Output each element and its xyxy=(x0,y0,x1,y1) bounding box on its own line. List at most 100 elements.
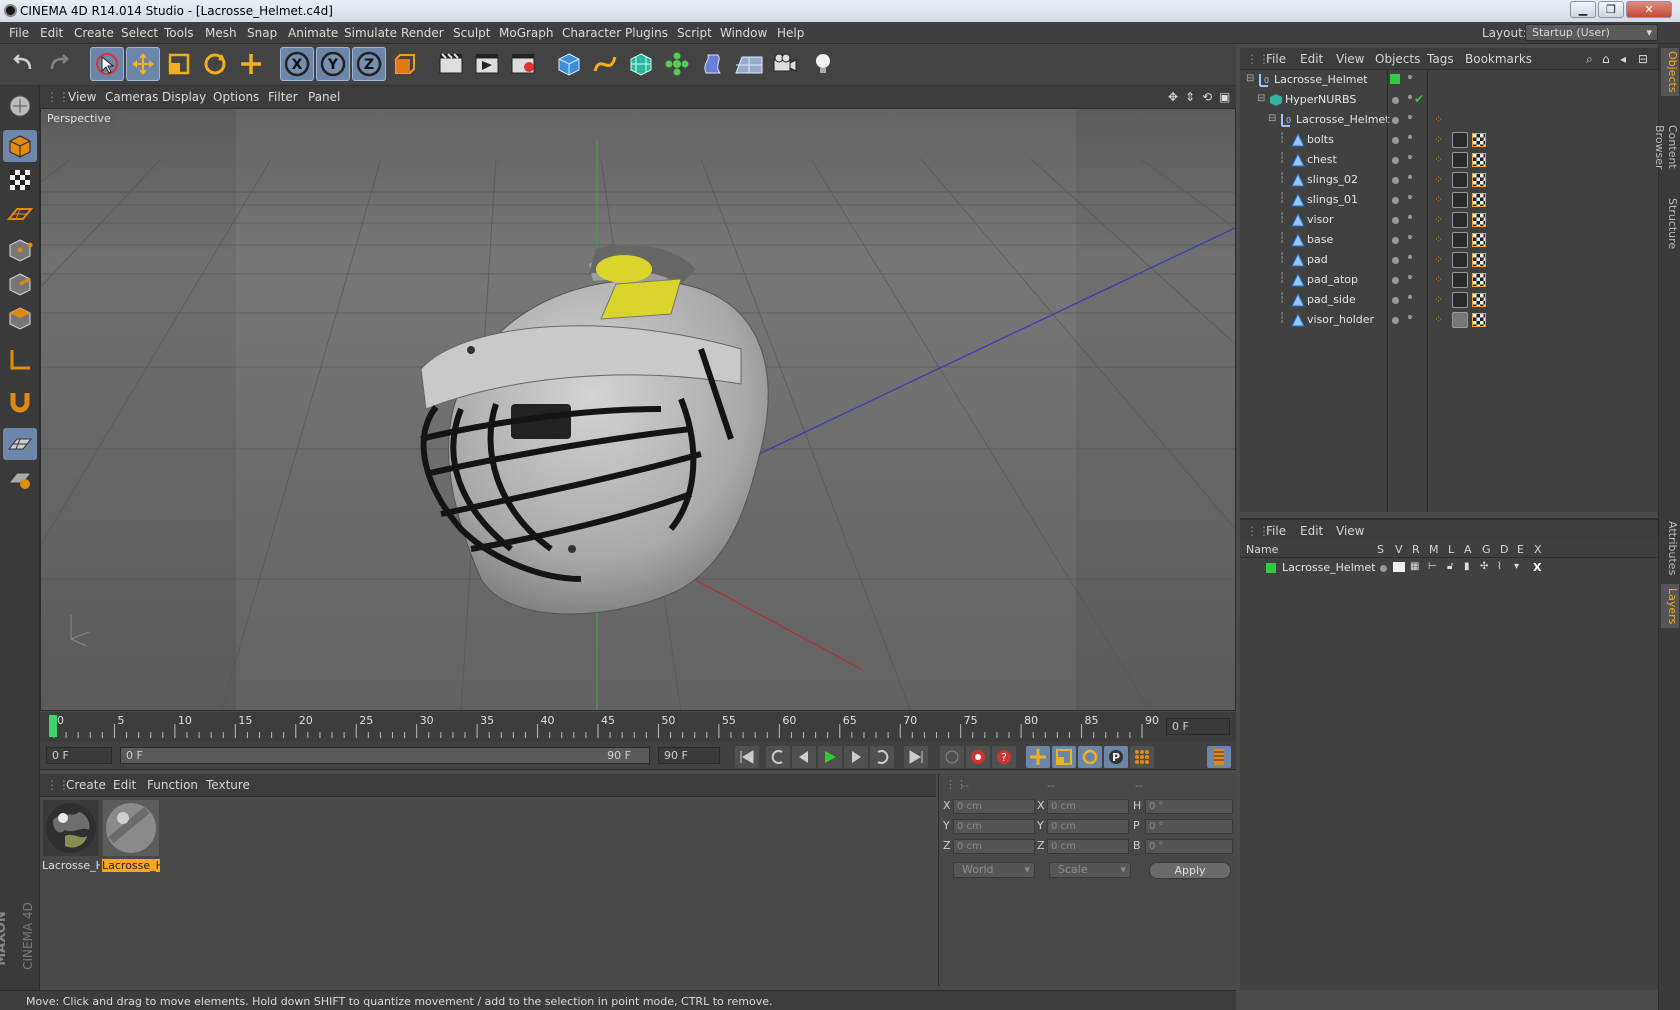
x-axis-icon[interactable]: X xyxy=(280,47,314,81)
tree-expand-icon[interactable]: ┆ xyxy=(1279,233,1285,244)
tree-expand-icon[interactable]: ┆ xyxy=(1279,153,1285,164)
viewport-zoom-icon[interactable]: ⇕ xyxy=(1185,90,1195,104)
texture-tag-icon[interactable] xyxy=(1452,252,1468,268)
render-visibility-dot[interactable] xyxy=(1408,315,1412,319)
size-mode-select[interactable]: Scale ▾ xyxy=(1049,862,1131,878)
viewport-rotate-icon[interactable]: ⟲ xyxy=(1202,90,1212,104)
autokeying-icon[interactable]: ? xyxy=(992,746,1016,768)
layout-select[interactable]: Startup (User) ▾ xyxy=(1525,24,1658,41)
material-menu-edit[interactable]: Edit xyxy=(113,778,136,792)
render-visibility-dot[interactable] xyxy=(1408,135,1412,139)
camera-icon[interactable] xyxy=(768,47,802,81)
phong-tag-icon[interactable]: ⁘ xyxy=(1434,173,1443,186)
arrow-up-icon[interactable]: ◂ xyxy=(1620,52,1626,66)
menu-help[interactable]: Help xyxy=(777,26,804,40)
tree-expand-icon[interactable]: ┆ xyxy=(1279,133,1285,144)
uvw-tag-icon[interactable] xyxy=(1472,293,1486,307)
tree-expand-icon[interactable]: ⊟ xyxy=(1246,73,1254,84)
model-mode-icon[interactable] xyxy=(3,130,37,162)
close-button[interactable]: ✕ xyxy=(1626,1,1672,18)
editor-visibility-dot[interactable] xyxy=(1392,197,1399,204)
layer-col-solo[interactable]: S xyxy=(1377,543,1384,556)
tree-expand-icon[interactable]: ┆ xyxy=(1279,313,1285,324)
layer-col-generators[interactable]: G xyxy=(1482,543,1491,556)
uvw-tag-icon[interactable] xyxy=(1472,173,1486,187)
maximize-button[interactable]: ❐ xyxy=(1598,1,1624,18)
menu-edit[interactable]: Edit xyxy=(40,26,63,40)
phong-tag-icon[interactable]: ⁘ xyxy=(1434,253,1443,266)
manager-tree-icon[interactable]: ⊢ xyxy=(1428,561,1437,572)
editor-visibility-dot[interactable] xyxy=(1392,257,1399,264)
soft-selection-icon[interactable] xyxy=(3,462,37,494)
object-row-bolts[interactable]: ┆ bolts ⁘ xyxy=(1240,130,1658,150)
layer-col-deformers[interactable]: D xyxy=(1500,543,1508,556)
material-menu-texture[interactable]: Texture xyxy=(206,778,250,792)
texture-tag-icon[interactable] xyxy=(1452,212,1468,228)
editor-visibility-dot[interactable] xyxy=(1392,297,1399,304)
tree-expand-icon[interactable]: ┆ xyxy=(1279,213,1285,224)
subdivision-surface-icon[interactable] xyxy=(624,47,658,81)
phong-tag-icon[interactable]: ⁘ xyxy=(1434,233,1443,246)
menu-window[interactable]: Window xyxy=(720,26,767,40)
texture-tag-icon[interactable] xyxy=(1452,172,1468,188)
tree-expand-icon[interactable]: ┆ xyxy=(1279,193,1285,204)
uvw-tag-icon[interactable] xyxy=(1472,153,1486,167)
viewport-menu-view[interactable]: View xyxy=(68,90,96,104)
uvw-tag-icon[interactable] xyxy=(1472,213,1486,227)
editor-visibility-dot[interactable] xyxy=(1392,317,1399,324)
record-keys-icon[interactable] xyxy=(966,746,990,768)
tab-attributes[interactable]: Attributes xyxy=(1661,518,1679,578)
coordinate-mode-select[interactable]: World ▾ xyxy=(953,862,1035,878)
phong-tag-icon[interactable]: ⁘ xyxy=(1434,133,1443,146)
texture-tag-icon[interactable] xyxy=(1452,132,1468,148)
texture-tag-icon[interactable] xyxy=(1452,292,1468,308)
render-visibility-dot[interactable] xyxy=(1408,195,1412,199)
texture-mode-icon[interactable] xyxy=(3,164,37,196)
phong-tag-icon[interactable]: ⁘ xyxy=(1434,273,1443,286)
object-row-pad_atop[interactable]: ┆ pad_atop ⁘ xyxy=(1240,270,1658,290)
object-row-lacrosse_helmet[interactable]: ⊟ 0 Lacrosse_Helmet ⁘ xyxy=(1240,110,1658,130)
layer-col-name[interactable]: Name xyxy=(1246,543,1278,556)
make-editable-icon[interactable] xyxy=(3,90,37,122)
material-swatch-selected[interactable]: Lacrosse_H xyxy=(102,799,160,873)
tree-expand-icon[interactable]: ┆ xyxy=(1279,273,1285,284)
editor-visibility-dot[interactable] xyxy=(1392,277,1399,284)
object-menu-edit[interactable]: Edit xyxy=(1300,52,1323,66)
expression-icon[interactable]: ▾ xyxy=(1514,561,1519,572)
cube-icon[interactable] xyxy=(552,47,586,81)
object-menu-view[interactable]: View xyxy=(1336,52,1364,66)
render-visibility-dot[interactable] xyxy=(1408,175,1412,179)
key-rotation-icon[interactable] xyxy=(1078,746,1102,768)
current-frame-field[interactable]: 0 F xyxy=(1166,718,1230,735)
playhead-marker[interactable] xyxy=(49,715,57,737)
tab-structure[interactable]: Structure xyxy=(1661,196,1679,252)
material-menu-create[interactable]: Create xyxy=(66,778,106,792)
undo-icon[interactable] xyxy=(6,47,40,81)
view-eye-icon[interactable] xyxy=(1393,562,1405,572)
search-icon[interactable]: ⌕ xyxy=(1586,52,1593,67)
object-row-pad_side[interactable]: ┆ pad_side ⁘ xyxy=(1240,290,1658,310)
edges-mode-icon[interactable] xyxy=(3,268,37,300)
phong-tag-icon[interactable]: ⁘ xyxy=(1434,113,1443,126)
layer-col-animation[interactable]: A xyxy=(1464,543,1472,556)
next-key-icon[interactable] xyxy=(870,746,894,768)
tree-expand-icon[interactable]: ⊟ xyxy=(1268,113,1276,124)
live-selection-icon[interactable] xyxy=(90,47,124,81)
new-view-icon[interactable]: ⊟ xyxy=(1638,52,1648,66)
redo-icon[interactable] xyxy=(42,47,76,81)
snap-magnet-icon[interactable] xyxy=(3,386,37,418)
generator-icon[interactable]: ✣ xyxy=(1480,561,1488,572)
material-menu-function[interactable]: Function xyxy=(147,778,198,792)
editor-visibility-dot[interactable] xyxy=(1392,177,1399,184)
go-to-start-icon[interactable] xyxy=(735,746,759,768)
texture-tag-icon[interactable] xyxy=(1452,232,1468,248)
phong-tag-icon[interactable]: ⁘ xyxy=(1434,153,1443,166)
y-axis-icon[interactable]: Y xyxy=(316,47,350,81)
uvw-tag-icon[interactable] xyxy=(1472,273,1486,287)
next-frame-icon[interactable] xyxy=(844,746,868,768)
texture-tag-icon[interactable] xyxy=(1452,192,1468,208)
position-y-field[interactable]: 0 cm xyxy=(953,819,1035,834)
viewport-move-icon[interactable]: ✥ xyxy=(1168,90,1178,104)
key-position-icon[interactable] xyxy=(1026,746,1050,768)
home-icon[interactable]: ⌂ xyxy=(1602,52,1610,66)
